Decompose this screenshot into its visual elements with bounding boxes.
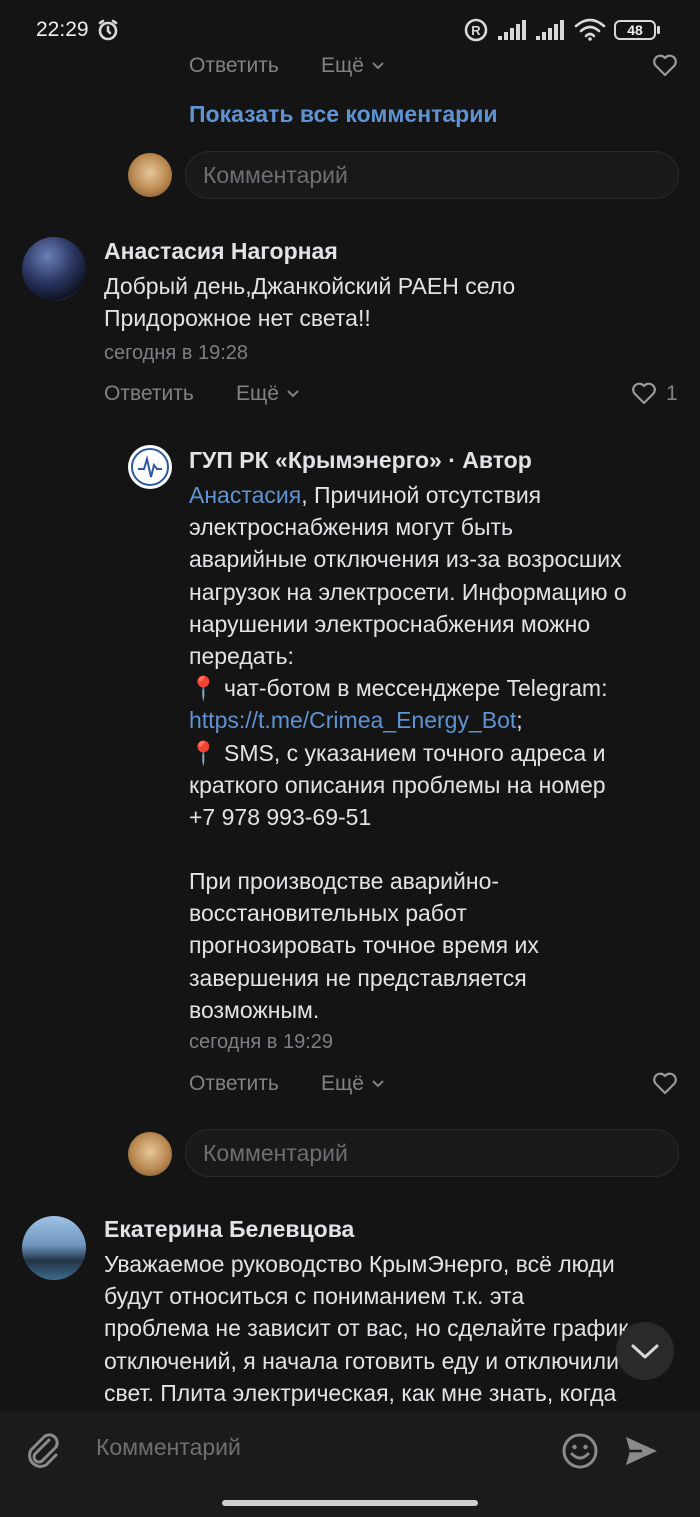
battery-tip (657, 26, 660, 34)
comment-placeholder: Комментарий (203, 162, 348, 188)
heart-icon[interactable] (652, 53, 678, 77)
chevron-down-icon (287, 390, 299, 398)
mention-link[interactable]: Анастасия (189, 482, 301, 508)
reply-text: Анастасия, Причиной отсутствия электросн… (189, 479, 684, 833)
battery-icon: 48 (614, 20, 656, 40)
more-button[interactable]: Ещё (321, 54, 386, 78)
like-count: 1 (666, 382, 678, 405)
attachment-icon[interactable] (22, 1428, 64, 1470)
telegram-bot-link[interactable]: https://t.me/Crimea_Energy_Bot (189, 707, 516, 733)
heart-icon[interactable] (630, 381, 658, 405)
avatar (128, 153, 172, 197)
avatar (22, 1216, 86, 1280)
comment-text: Добрый день,Джанкойский РАЕН село Придор… (104, 273, 516, 332)
alarm-icon (98, 19, 118, 41)
more-label: Ещё (236, 382, 279, 405)
comment-input[interactable]: Комментарий (185, 1129, 679, 1177)
send-icon[interactable] (622, 1432, 660, 1470)
show-all-comments-link[interactable]: Показать все комментарии (189, 101, 497, 128)
emoji-icon[interactable] (561, 1432, 599, 1470)
scroll-down-button[interactable] (616, 1322, 674, 1380)
comment-text: Уважаемое руководство КрымЭнерго, всё лю… (104, 1251, 629, 1406)
comment-time: сегодня в 19:28 (104, 342, 248, 364)
reply-button[interactable]: Ответить (104, 382, 194, 406)
chevron-down-icon (372, 1080, 384, 1088)
more-button[interactable]: Ещё (321, 1072, 386, 1096)
registered-icon: R (464, 18, 488, 42)
comment-author[interactable]: Екатерина Белевцова (104, 1216, 354, 1243)
avatar (128, 1132, 172, 1176)
comment-input[interactable]: Комментарий (185, 151, 679, 199)
krymenergo-logo-icon (131, 448, 169, 486)
status-time: 22:29 (36, 18, 89, 41)
message-input[interactable]: Комментарий (96, 1434, 241, 1461)
more-button[interactable]: Ещё (236, 382, 301, 406)
chevron-down-icon (372, 62, 384, 70)
reply-bullet-2: SMS, с указанием точного адреса и кратко… (189, 739, 606, 831)
reply-time: сегодня в 19:29 (189, 1031, 333, 1053)
battery-level: 48 (627, 22, 643, 38)
signal-icon (498, 20, 526, 40)
chevron-down-icon (631, 1344, 659, 1359)
avatar (128, 445, 172, 489)
pin-icon: 📍 (189, 739, 218, 766)
more-label: Ещё (321, 1072, 364, 1095)
reply-paragraph-2: При производстве аварийно- восстановител… (189, 868, 539, 1023)
reply-button[interactable]: Ответить (189, 1072, 279, 1096)
comment-author[interactable]: Анастасия Нагорная (104, 238, 338, 265)
avatar (22, 237, 86, 301)
status-bar: 22:29 R 48 (0, 0, 700, 60)
signal-icon (536, 20, 564, 40)
more-label: Ещё (321, 54, 364, 77)
link-suffix: ; (516, 707, 523, 734)
svg-text:R: R (471, 23, 481, 38)
reply-paragraph-1: , Причиной отсутствия электроснабжения м… (189, 482, 627, 670)
reply-bullet-1: чат-ботом в мессенджере Telegram: (217, 675, 608, 702)
reply-button[interactable]: Ответить (189, 54, 279, 78)
home-indicator[interactable] (222, 1500, 478, 1506)
pin-icon: 📍 (189, 675, 218, 702)
comment-placeholder: Комментарий (203, 1140, 348, 1166)
reply-author[interactable]: ГУП РК «Крымэнерго» · Автор (189, 447, 532, 474)
heart-icon[interactable] (652, 1071, 678, 1095)
wifi-icon (574, 18, 606, 41)
